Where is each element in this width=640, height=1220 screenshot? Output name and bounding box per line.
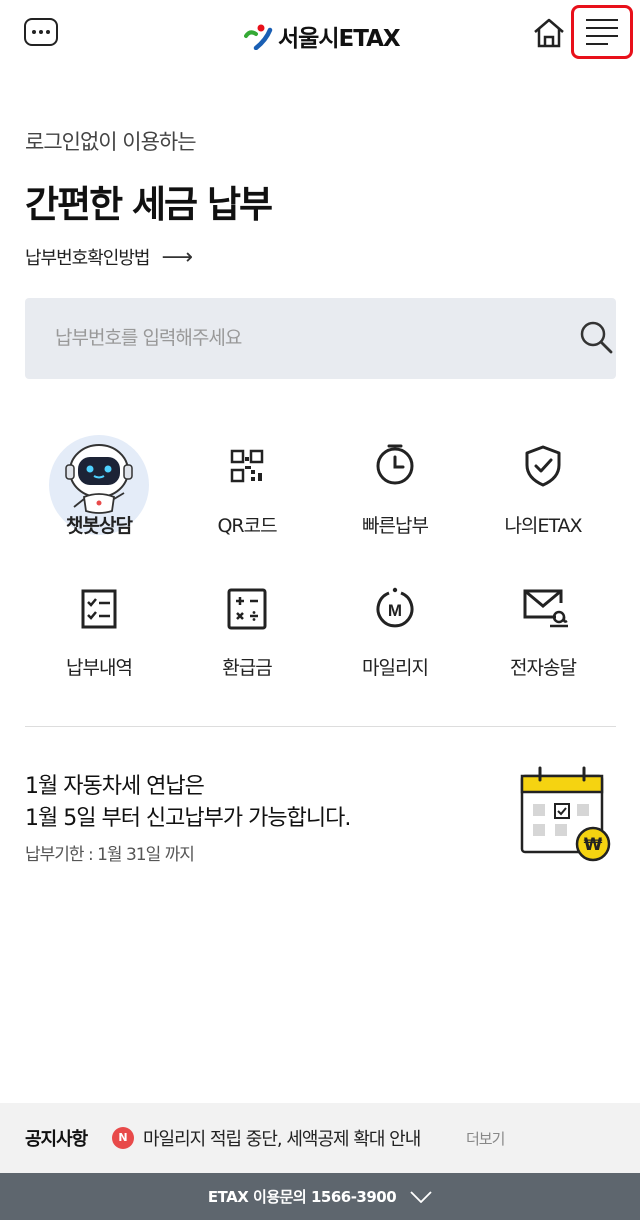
- mileage-m-icon: M: [376, 587, 414, 628]
- announcement-label: 공지사항: [25, 1129, 88, 1150]
- contact-footer[interactable]: ETAX 이용문의 1566-3900: [0, 1173, 640, 1220]
- quick-menu-label: 나의ETAX: [504, 515, 582, 537]
- announcement-bar: 공지사항 N 마일리지 적립 중단, 세액공제 확대 안내 더보기: [0, 1103, 640, 1173]
- quick-menu-mileage[interactable]: M 마일리지: [321, 567, 469, 697]
- howto-link[interactable]: 납부번호확인방법 ⟶: [25, 244, 193, 270]
- payment-number-search: [25, 298, 616, 379]
- home-icon[interactable]: [532, 17, 566, 49]
- quick-menu-label: 전자송달: [510, 657, 577, 679]
- quick-menu-label: 마일리지: [362, 657, 429, 679]
- seoul-etax-logo[interactable]: 서울시ETAX: [244, 20, 401, 52]
- hero-title: 간편한 세금 납부: [25, 183, 273, 226]
- arrow-right-icon: ⟶: [161, 244, 193, 270]
- search-icon[interactable]: [578, 319, 614, 355]
- more-link[interactable]: 더보기: [466, 1128, 505, 1149]
- clock-icon: [376, 444, 414, 485]
- email-at-icon: [523, 589, 568, 628]
- howto-label: 납부번호확인방법: [25, 248, 150, 269]
- tax-notice-banner[interactable]: 1월 자동차세 연납은 1월 5일 부터 신고납부가 가능합니다. 납부기한 :…: [25, 766, 616, 876]
- hamburger-menu-button[interactable]: [571, 5, 633, 59]
- notice-line-2: 1월 5일 부터 신고납부가 가능합니다.: [25, 806, 351, 831]
- won-symbol: ₩: [584, 835, 603, 855]
- contact-text: ETAX 이용문의 1566-3900: [207, 1188, 397, 1206]
- new-badge: N: [112, 1127, 134, 1149]
- quick-menu-label: 환급금: [222, 657, 272, 679]
- logo-text: 서울시ETAX: [278, 26, 401, 52]
- quick-menu-label: QR코드: [217, 515, 277, 537]
- announcement-headline[interactable]: 마일리지 적립 중단, 세액공제 확대 안내: [143, 1125, 421, 1151]
- chevron-down-icon: [410, 1190, 432, 1203]
- chat-bubble-icon[interactable]: [24, 18, 58, 46]
- calendar-won-icon: ₩: [520, 766, 611, 862]
- quick-menu-label: 납부내역: [66, 657, 133, 679]
- seoul-logo-mark-icon: [244, 24, 273, 50]
- quick-menu-label: 챗봇상담: [66, 515, 133, 537]
- checklist-icon: [81, 589, 117, 629]
- quick-menu-chatbot[interactable]: 챗봇상담: [25, 425, 173, 555]
- quick-menu-qr-code[interactable]: QR코드: [173, 425, 321, 555]
- quick-menu-my-etax[interactable]: 나의ETAX: [469, 425, 617, 555]
- quick-menu-e-delivery[interactable]: 전자송달: [469, 567, 617, 697]
- app-header: 서울시ETAX: [0, 0, 640, 70]
- hero-subtitle: 로그인없이 이용하는: [25, 130, 197, 154]
- quick-menu-label: 빠른납부: [362, 515, 429, 537]
- quick-menu-payment-history[interactable]: 납부내역: [25, 567, 173, 697]
- calculator-icon: [227, 588, 267, 630]
- notice-line-1: 1월 자동차세 연납은: [25, 774, 205, 799]
- quick-menu-quick-pay[interactable]: 빠른납부: [321, 425, 469, 555]
- notice-due-date: 납부기한 : 1월 31일 까지: [25, 845, 195, 865]
- payment-number-input[interactable]: [55, 320, 535, 356]
- section-divider: [25, 726, 616, 727]
- chatbot-robot-icon: [65, 444, 133, 514]
- qr-code-icon: [230, 449, 264, 483]
- svg-text:M: M: [388, 601, 402, 620]
- shield-check-icon: [525, 445, 561, 487]
- quick-menu-refund[interactable]: 환급금: [173, 567, 321, 697]
